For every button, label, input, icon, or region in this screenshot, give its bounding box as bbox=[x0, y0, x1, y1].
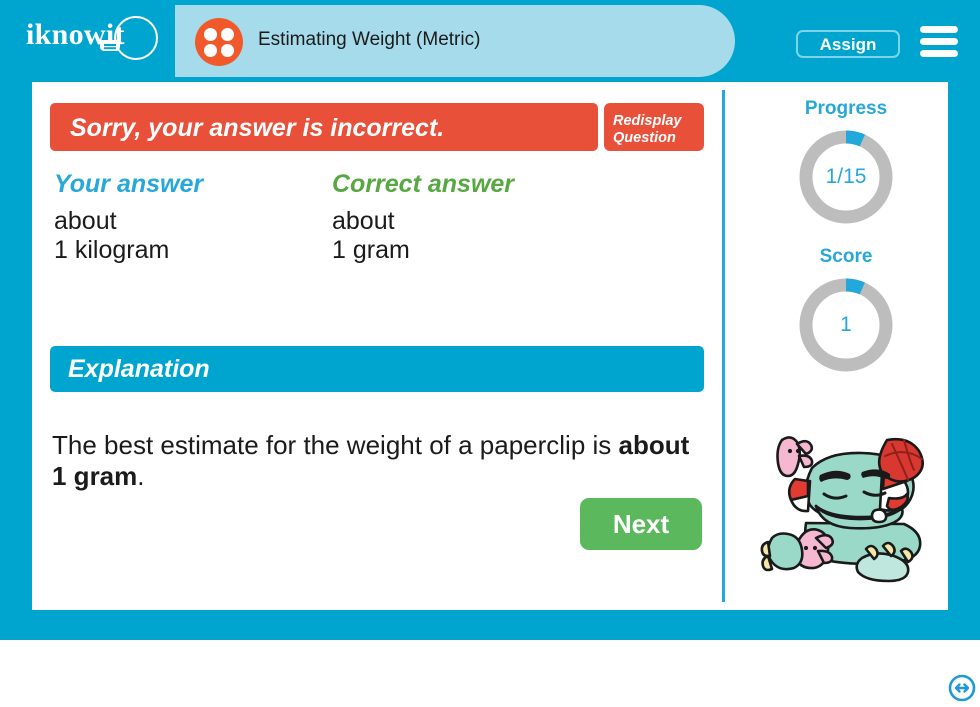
explanation-text-after: . bbox=[137, 461, 145, 492]
assign-button[interactable]: Assign bbox=[796, 30, 900, 58]
horizontal-resize-icon[interactable] bbox=[948, 674, 976, 702]
app-frame: iknowit Estimating Weight (Metric) Assig… bbox=[0, 0, 980, 702]
redisplay-line-1: Redisplay bbox=[613, 113, 682, 129]
progress-gauge-group: Progress 1/15 bbox=[746, 98, 946, 228]
iknowit-logo[interactable]: iknowit bbox=[26, 16, 166, 68]
your-answer-value: about 1 kilogram bbox=[54, 207, 170, 264]
explanation-text-before: The best estimate for the weight of a pa… bbox=[52, 430, 619, 460]
correct-answer-value: about 1 gram bbox=[332, 207, 410, 264]
your-answer-column: Your answer about 1 kilogram bbox=[54, 170, 203, 264]
score-ring: 1 bbox=[795, 274, 897, 376]
next-button[interactable]: Next bbox=[580, 498, 702, 550]
progress-ring: 1/15 bbox=[795, 126, 897, 228]
lightbulb-base-icon bbox=[100, 40, 120, 51]
redisplay-question-button[interactable]: Redisplay Question bbox=[604, 103, 704, 151]
hamburger-menu-icon[interactable] bbox=[920, 26, 958, 57]
content-card: Sorry, your answer is incorrect. Redispl… bbox=[32, 82, 976, 702]
app-header: iknowit Estimating Weight (Metric) Assig… bbox=[0, 0, 980, 80]
page-title: Estimating Weight (Metric) bbox=[258, 29, 481, 50]
correct-answer-heading: Correct answer bbox=[332, 170, 515, 198]
explanation-header: Explanation bbox=[50, 346, 704, 392]
explanation-heading: Explanation bbox=[68, 355, 210, 383]
your-answer-heading: Your answer bbox=[54, 170, 204, 198]
explanation-text: The best estimate for the weight of a pa… bbox=[52, 430, 707, 492]
feedback-banner: Sorry, your answer is incorrect. bbox=[50, 103, 598, 151]
cartoon-mascot-illustration bbox=[754, 418, 944, 588]
lightbulb-icon bbox=[114, 16, 158, 60]
progress-value: 1/15 bbox=[825, 165, 867, 188]
score-gauge-group: Score 1 bbox=[746, 246, 946, 376]
correct-answer-column: Correct answer about 1 gram bbox=[332, 170, 514, 264]
redisplay-line-2: Question bbox=[613, 130, 676, 146]
four-dots-icon bbox=[195, 18, 243, 66]
vertical-divider bbox=[722, 90, 725, 602]
progress-label: Progress bbox=[804, 98, 888, 119]
score-value: 1 bbox=[840, 313, 852, 336]
feedback-message: Sorry, your answer is incorrect. bbox=[70, 114, 445, 142]
score-label: Score bbox=[819, 246, 873, 267]
